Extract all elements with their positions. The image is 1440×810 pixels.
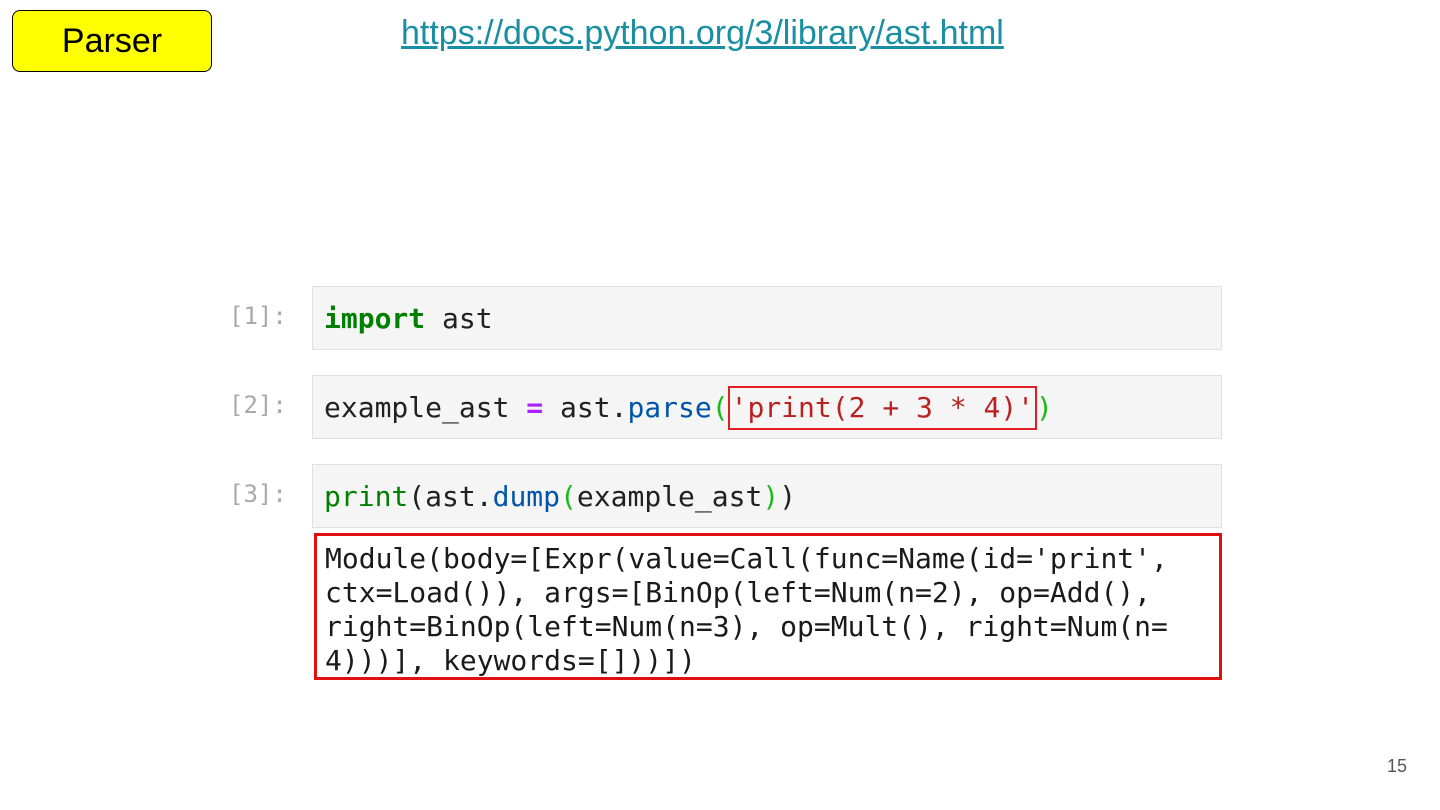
page-number: 15 xyxy=(1386,756,1407,776)
slide-title-badge: Parser xyxy=(12,10,212,72)
highlighted-string-literal: 'print(2 + 3 * 4)' xyxy=(727,386,1038,430)
method-name: parse xyxy=(627,391,712,424)
close-paren-inner: ) xyxy=(762,480,780,513)
object-name: ast. xyxy=(425,480,493,513)
cell-3-output: Module(body=[Expr(value=Call(func=Name(i… xyxy=(314,533,1222,680)
output-line: ctx=Load()), args=[BinOp(left=Num(n=2), … xyxy=(325,576,1152,609)
argument-name: example_ast xyxy=(576,480,763,513)
slide-title: Parser xyxy=(61,21,163,60)
close-paren: ) xyxy=(1036,391,1053,424)
object-name: ast. xyxy=(543,391,628,424)
method-name: dump xyxy=(492,480,561,513)
builtin-print: print xyxy=(324,480,409,513)
variable-name: example_ast xyxy=(324,391,527,424)
cell-3-prompt: [3]: xyxy=(229,480,287,508)
open-paren-outer: ( xyxy=(408,480,426,513)
cell-1-prompt: [1]: xyxy=(229,302,287,330)
ast-docs-link[interactable]: https://docs.python.org/3/library/ast.ht… xyxy=(401,14,1004,53)
assign-operator: = xyxy=(526,391,544,424)
code-cell-3[interactable]: print(ast.dump(example_ast)) xyxy=(312,464,1222,528)
open-paren-inner: ( xyxy=(560,480,577,513)
close-paren-outer: ) xyxy=(779,480,797,513)
code-cell-1[interactable]: import ast xyxy=(312,286,1222,350)
import-keyword: import xyxy=(324,302,426,335)
cell-2-prompt: [2]: xyxy=(229,391,287,419)
output-line: right=BinOp(left=Num(n=3), op=Mult(), ri… xyxy=(325,610,1168,643)
output-line: 4)))], keywords=[]))]) xyxy=(325,644,696,677)
output-line: Module(body=[Expr(value=Call(func=Name(i… xyxy=(325,542,1168,575)
open-paren: ( xyxy=(711,391,729,424)
code-cell-2[interactable]: example_ast = ast.parse('print(2 + 3 * 4… xyxy=(312,375,1222,439)
module-name: ast xyxy=(425,302,493,335)
